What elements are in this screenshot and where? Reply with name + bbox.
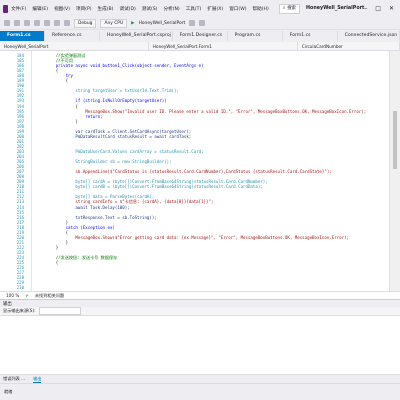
tab-form1-cs[interactable]: Form1.cs <box>0 31 45 41</box>
no-issues-icon: ✔ <box>25 293 29 298</box>
menu-window[interactable]: 窗口(W) <box>229 6 246 12</box>
close-icon[interactable]: ✕ <box>389 5 394 12</box>
platform-dropdown[interactable]: Any CPU <box>100 18 128 28</box>
configuration-dropdown[interactable]: Debug <box>74 18 97 28</box>
tab-form1-cs-2[interactable]: Form1.cs <box>283 31 338 41</box>
code-line[interactable]: { <box>36 260 388 265</box>
code-line[interactable]: } <box>36 119 388 124</box>
output-toolbar: 显示输出来源(S): <box>0 307 400 316</box>
editor-status-bar: 100 % ✔ 未找到相关问题 <box>0 291 400 299</box>
forward-icon[interactable] <box>14 20 20 26</box>
save-all-icon[interactable] <box>44 20 50 26</box>
status-bar: 就绪 <box>0 383 400 400</box>
run-options-icon[interactable] <box>189 20 196 26</box>
line-number: 230 <box>16 285 24 291</box>
search-icon: ⌕ <box>282 5 286 11</box>
code-line[interactable]: StringBuilder sb = new StringBuilder(); <box>36 159 388 164</box>
tab-form1-designer[interactable]: Form1.Designer.cs <box>173 31 228 41</box>
status-text: 就绪 <box>4 389 13 394</box>
code-line[interactable]: string targetUser = txtUserId.Text.Trim(… <box>36 88 388 93</box>
navigation-bar: HoneyWell_SerialPort HoneyWell_SerialPor… <box>0 42 400 51</box>
bottom-panel-tabs: 错误列表 ... 输出 <box>0 374 400 383</box>
maximize-icon[interactable]: □ <box>375 5 381 12</box>
tab-program-cs[interactable]: Program.cs <box>228 31 283 41</box>
code-line[interactable]: } <box>36 245 388 250</box>
menu-file[interactable]: 文件(F) <box>11 6 26 12</box>
save-icon[interactable] <box>34 20 40 26</box>
menu-project[interactable]: 项目(P) <box>76 6 92 12</box>
code-editor[interactable]: 184 185 186 187 188 189 190 191 192 193 194 195 196 1… <box>0 51 400 291</box>
code-line[interactable]: PmDataUserCard.Values cardArray = status… <box>36 149 388 154</box>
menu-help[interactable]: 帮助(H) <box>253 6 269 12</box>
document-tabs: Form1.cs Reference.cs HoneyWell_SerialPo… <box>0 31 400 41</box>
scrollbar-thumb[interactable] <box>393 111 397 169</box>
visual-studio-logo-icon <box>3 4 8 13</box>
menu-edit[interactable]: 编辑(E) <box>32 6 48 12</box>
back-icon[interactable] <box>4 20 10 26</box>
menu-view[interactable]: 视图(V) <box>54 6 70 12</box>
menu-debug[interactable]: 调试(D) <box>119 6 135 12</box>
new-file-icon[interactable] <box>24 20 30 26</box>
code-line[interactable]: sb.AppendLine($"CardStatus is {statusRes… <box>36 169 388 174</box>
tab-reference-cs[interactable]: Reference.cs <box>45 31 100 41</box>
line-number-gutter: 184 185 186 187 188 189 190 191 192 193 194 195 196 1… <box>0 51 32 291</box>
class-dropdown[interactable]: HoneyWell_SerialPort.Form1 <box>149 42 298 50</box>
search-box[interactable]: ⌕ 搜索 <box>278 3 301 14</box>
toolbar: Debug Any CPU ▶ HoneyWell_SerialPort <box>0 17 400 30</box>
tab-csproj[interactable]: HoneyWell_SerialPort.csproj <box>100 31 173 41</box>
search-label: 搜索 <box>287 5 297 11</box>
minimize-icon[interactable]: – <box>364 5 367 12</box>
output-text-area[interactable] <box>0 316 400 374</box>
window-controls: – □ ✕ <box>364 5 400 12</box>
issues-text[interactable]: 未找到相关问题 <box>35 293 64 299</box>
redo-icon[interactable] <box>64 20 70 26</box>
debug-target-icon[interactable] <box>199 20 206 26</box>
tab-error-list[interactable]: 错误列表 ... <box>3 376 25 382</box>
vertical-scrollbar[interactable] <box>389 51 400 291</box>
member-dropdown[interactable]: CirculaCardNumber <box>298 42 400 50</box>
code-line[interactable]: PmDataResultCard statusResult = await ca… <box>36 134 388 139</box>
tab-output[interactable]: 输出 <box>33 376 42 383</box>
menu-test[interactable]: 测试(S) <box>142 6 158 12</box>
menu-tools[interactable]: 工具(T) <box>186 6 202 12</box>
output-title: 输出 <box>3 301 12 307</box>
code-line[interactable]: { <box>36 78 388 83</box>
output-panel-header: 输出 <box>0 299 400 307</box>
menu-bar: 文件(F) 编辑(E) 视图(V) 项目(P) 生成(B) 调试(D) 测试(S… <box>0 0 400 17</box>
menu-build[interactable]: 生成(B) <box>98 6 114 12</box>
undo-icon[interactable] <box>54 20 60 26</box>
solution-title: HoneyWell_SerialPort <box>306 6 365 11</box>
code-line[interactable]: byte[] cardB = (byte[])Convert.FromBase6… <box>36 184 388 189</box>
output-source-label: 显示输出来源(S): <box>3 308 36 313</box>
zoom-level[interactable]: 100 % <box>6 293 19 298</box>
run-target-button[interactable]: HoneyWell_SerialPort <box>139 21 186 26</box>
code-line[interactable]: await Task.Delay(100); <box>36 205 388 210</box>
menu-analyze[interactable]: 分析(N) <box>163 6 179 12</box>
output-source-dropdown[interactable] <box>39 307 82 315</box>
project-dropdown[interactable]: HoneyWell_SerialPort <box>0 42 149 50</box>
tab-connected-service[interactable]: ConnectedService.json <box>338 31 400 41</box>
start-icon[interactable]: ▶ <box>131 21 134 26</box>
menu-extensions[interactable]: 扩展(X) <box>207 6 223 12</box>
